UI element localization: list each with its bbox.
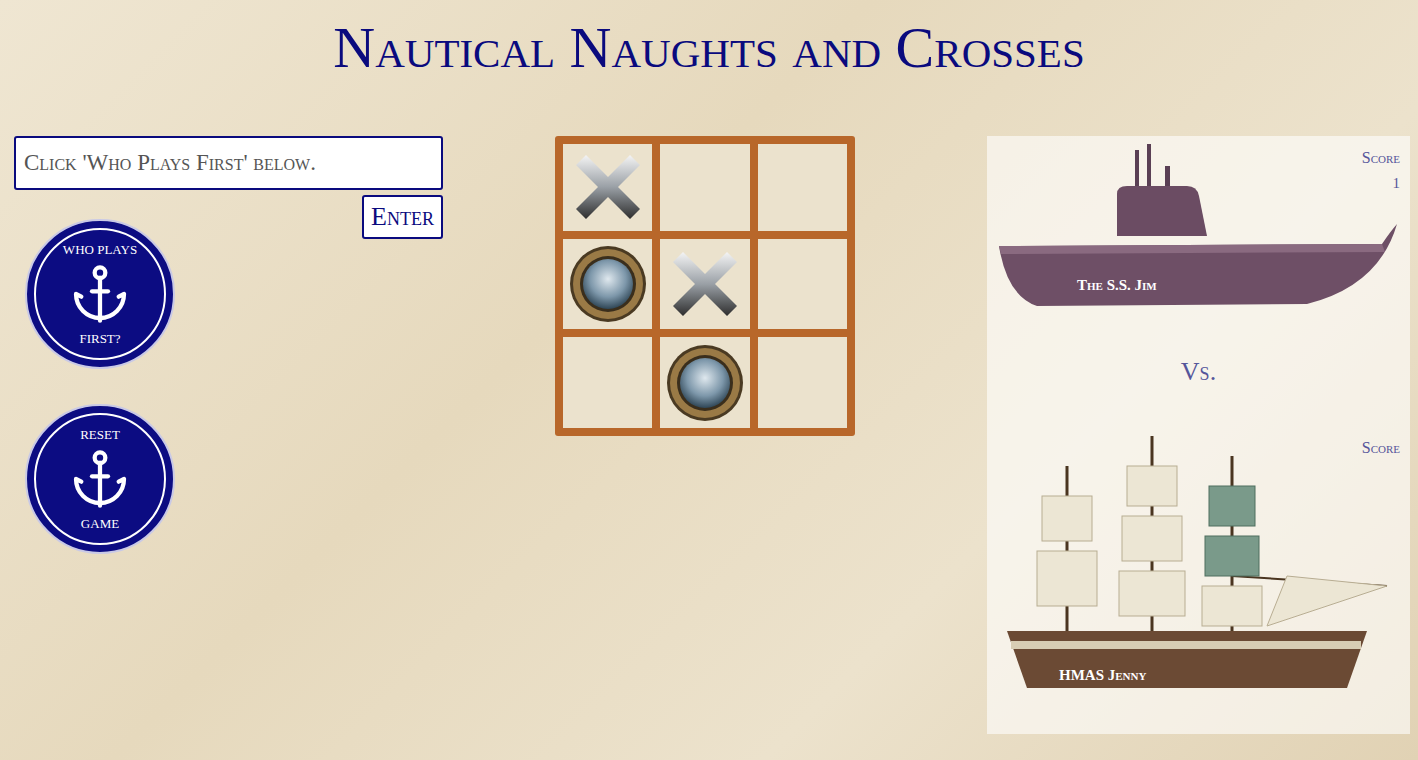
board-cell[interactable]	[660, 337, 749, 428]
porthole-icon	[568, 244, 648, 324]
player-card: Score HMAS Jenny	[987, 426, 1410, 726]
cross-icon	[570, 149, 646, 225]
button-top-label: WHO PLAYS	[63, 243, 137, 256]
board-cell[interactable]	[758, 144, 847, 231]
ship-name: HMAS Jenny	[1059, 664, 1146, 687]
scoreboard: Score 1 The S.S. Jim Vs. Score HMAS Jenny	[987, 136, 1410, 734]
board-cell[interactable]	[563, 239, 652, 330]
board-cell[interactable]	[758, 239, 847, 330]
score-box: Score	[1362, 440, 1400, 456]
round-button[interactable]: WHO PLAYS FIRST?	[25, 219, 175, 369]
board	[555, 136, 855, 436]
button-bottom-label: FIRST?	[79, 332, 120, 345]
board-cell[interactable]	[660, 239, 749, 330]
board-cell[interactable]	[563, 144, 652, 231]
title-bar: Nautical Naughts and Crosses	[0, 0, 1418, 136]
prompt-text: Click 'Who Plays First' below.	[24, 146, 316, 181]
board-cell[interactable]	[758, 337, 847, 428]
round-buttons: WHO PLAYS FIRST? RESET GAME	[25, 219, 443, 554]
sailing-ship-icon	[987, 426, 1402, 706]
button-bottom-label: GAME	[81, 517, 119, 530]
board-cell[interactable]	[563, 337, 652, 428]
enter-button[interactable]: Enter	[362, 195, 443, 239]
button-top-label: RESET	[80, 428, 120, 441]
round-button[interactable]: RESET GAME	[25, 404, 175, 554]
player-card: Score 1 The S.S. Jim	[987, 136, 1410, 316]
ship-name: The S.S. Jim	[1077, 274, 1157, 297]
controls-column: Click 'Who Plays First' below.EnterWHO P…	[14, 136, 443, 554]
score-label: Score	[1362, 440, 1400, 456]
title: Nautical Naughts and Crosses	[333, 16, 1084, 80]
score-value: 1	[1393, 176, 1401, 191]
versus: Vs.	[987, 316, 1410, 426]
score-label: Score	[1362, 150, 1400, 166]
submarine-icon	[987, 136, 1402, 316]
cross-icon	[667, 246, 743, 322]
main-row: Click 'Who Plays First' below.EnterWHO P…	[0, 136, 1418, 734]
anchor-icon	[68, 447, 132, 511]
score-box: Score 1	[1362, 150, 1400, 191]
anchor-icon	[68, 262, 132, 326]
board-cell[interactable]	[660, 144, 749, 231]
prompt-box[interactable]: Click 'Who Plays First' below.	[14, 136, 443, 190]
page: Nautical Naughts and Crosses Click 'Who P…	[0, 0, 1418, 760]
porthole-icon	[665, 343, 745, 423]
